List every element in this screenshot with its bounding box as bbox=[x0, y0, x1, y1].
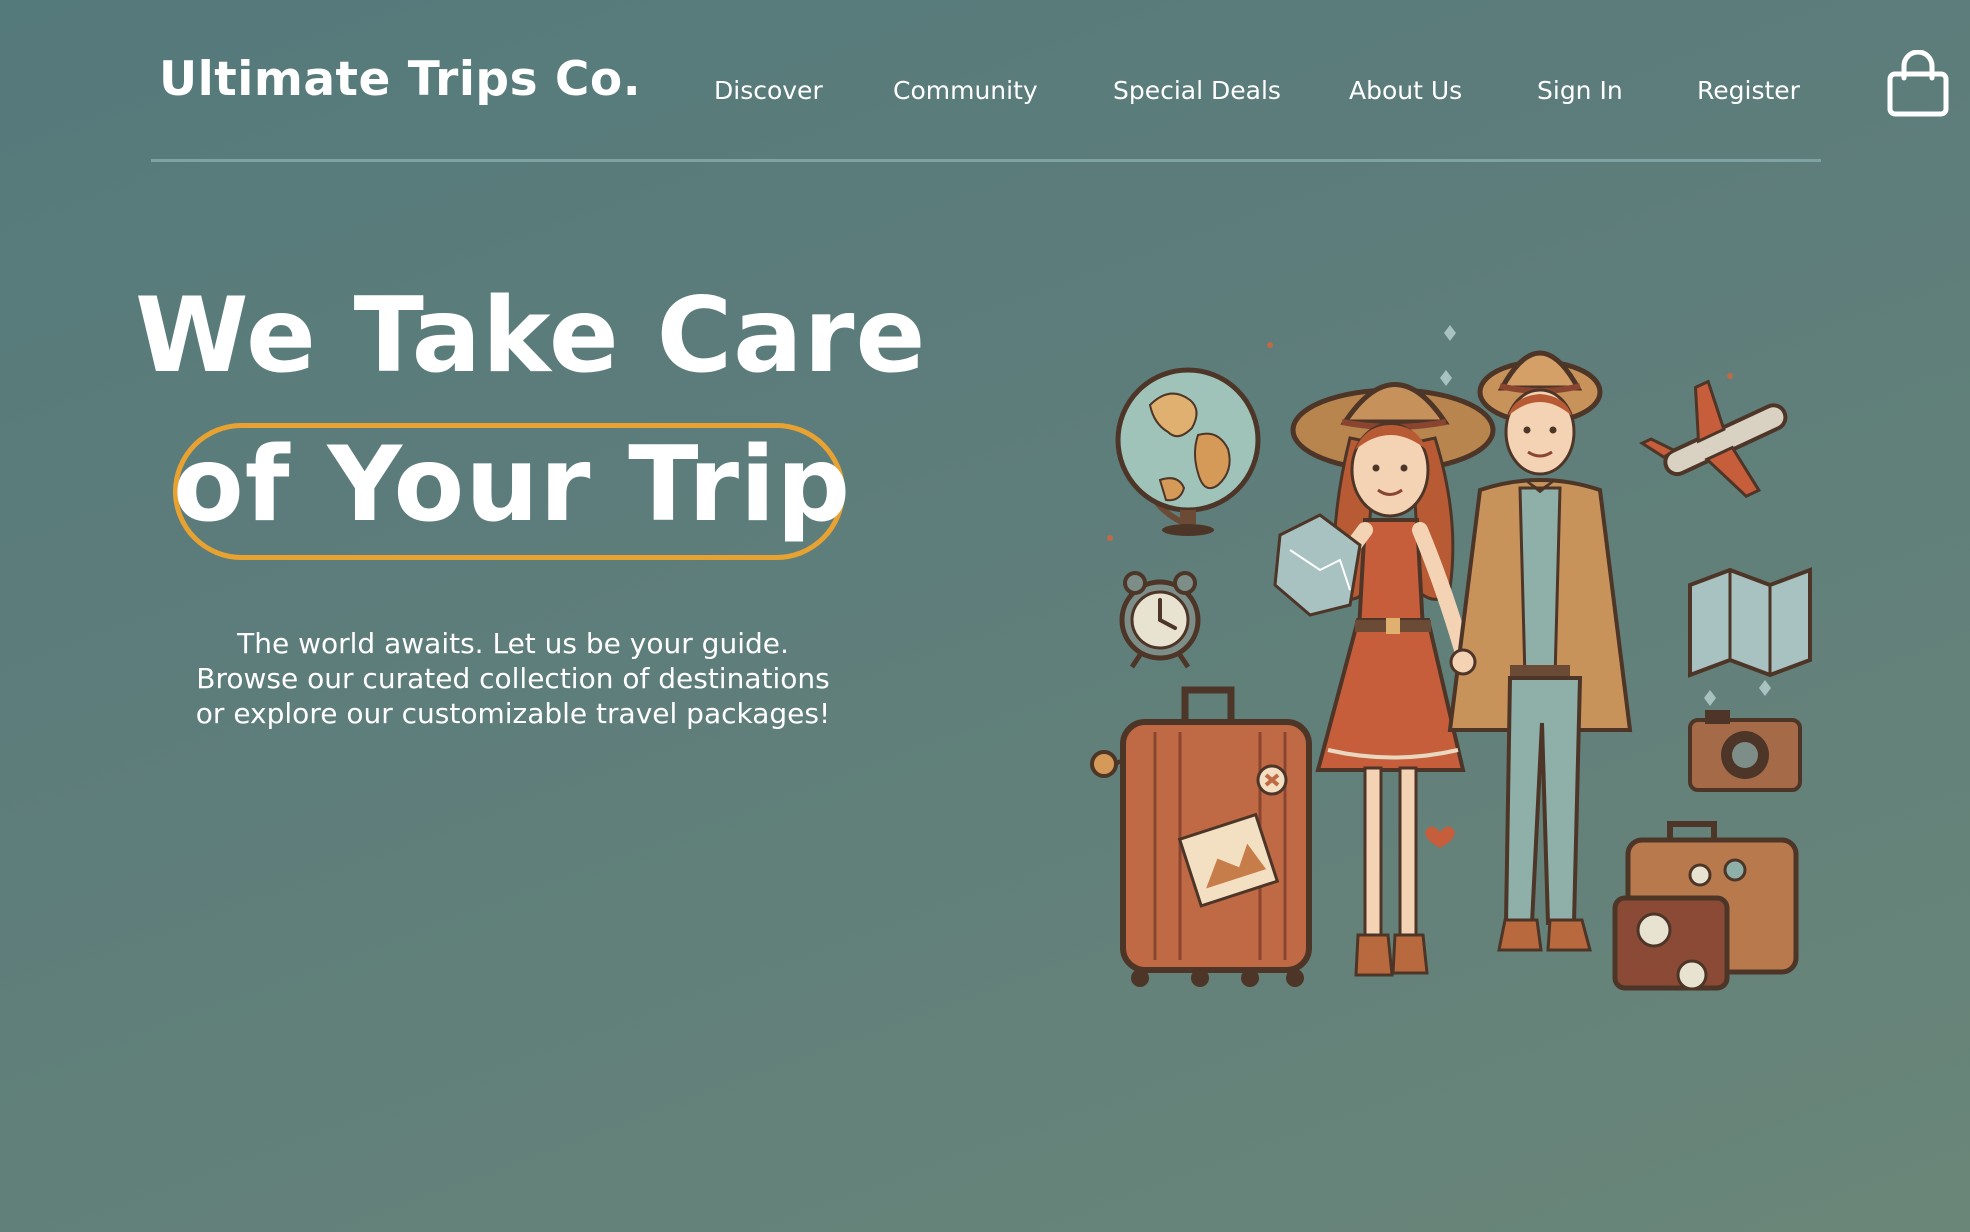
brand-logo[interactable]: Ultimate Trips Co. bbox=[159, 52, 641, 107]
nav-community[interactable]: Community bbox=[893, 76, 1038, 105]
heart-icon bbox=[1425, 826, 1455, 848]
folded-map-icon bbox=[1688, 567, 1812, 678]
shopping-bag-icon[interactable] bbox=[1886, 49, 1950, 118]
small-suitcases-icon bbox=[1612, 821, 1799, 991]
header-divider bbox=[151, 159, 1821, 162]
hero-subtext: The world awaits. Let us be your guide. … bbox=[195, 627, 831, 730]
nav-sign-in[interactable]: Sign In bbox=[1537, 76, 1623, 105]
nav-discover[interactable]: Discover bbox=[714, 76, 823, 105]
nav-about-us[interactable]: About Us bbox=[1349, 76, 1462, 105]
rolling-suitcase-icon bbox=[1120, 686, 1312, 987]
travel-couple-illustration bbox=[1090, 325, 1812, 991]
globe-icon bbox=[1115, 367, 1261, 536]
nav-register[interactable]: Register bbox=[1697, 76, 1800, 105]
hero-headline-line1: We Take Care bbox=[135, 276, 927, 396]
camera-icon bbox=[1688, 710, 1802, 792]
hero-headline-line2: of Your Trip bbox=[173, 425, 852, 545]
alarm-clock-icon bbox=[1119, 571, 1201, 669]
nav-special-deals[interactable]: Special Deals bbox=[1113, 76, 1281, 105]
airplane-icon bbox=[1638, 379, 1788, 498]
